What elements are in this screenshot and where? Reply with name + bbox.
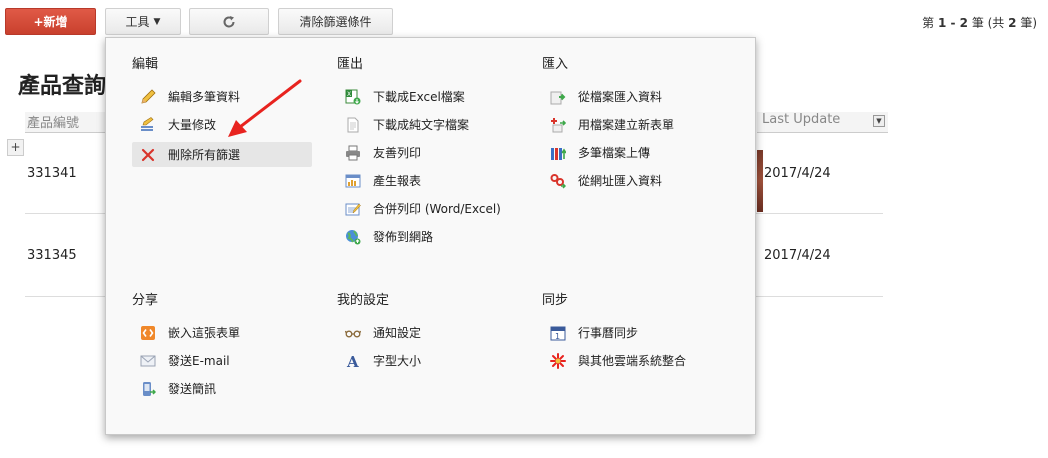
menu-item-label: 發佈到網路: [373, 230, 434, 244]
menu-item-cloud-integration[interactable]: 與其他雲端系統整合: [542, 348, 732, 373]
column-header-label: 產品編號: [27, 116, 80, 131]
cell-product-id: 331341: [27, 166, 77, 181]
column-header-last-update[interactable]: Last Update ▼: [757, 112, 888, 133]
menu-item-label: 大量修改: [168, 118, 217, 132]
clear-filter-button[interactable]: 清除篩選條件: [278, 8, 393, 35]
email-icon: [140, 353, 156, 369]
refresh-icon: [222, 15, 236, 29]
tools-label: 工具: [125, 15, 150, 29]
column-filter-icon[interactable]: ▼: [873, 115, 885, 127]
pencil-icon: [140, 88, 156, 105]
menu-item-bulk-edit[interactable]: 大量修改: [132, 112, 312, 137]
menu-item-publish-web[interactable]: 發佈到網路: [337, 224, 527, 249]
clear-filter-label: 清除篩選條件: [299, 15, 372, 29]
mail-merge-icon: [345, 201, 361, 217]
new-record-label: +新增: [33, 15, 68, 29]
svg-text:1: 1: [555, 332, 560, 341]
link-import-icon: [550, 173, 566, 189]
menu-item-import-from-url[interactable]: 從網址匯入資料: [542, 168, 732, 193]
page-title: 產品查詢: [18, 74, 107, 99]
menu-item-label: 編輯多筆資料: [168, 90, 241, 104]
calendar-icon: 1: [550, 325, 566, 341]
svg-text:A: A: [346, 353, 359, 369]
menu-item-label: 合併列印 (Word/Excel): [373, 202, 501, 216]
menu-item-label: 行事曆同步: [578, 326, 639, 340]
thumbnail-image: [757, 150, 763, 212]
menu-item-label: 字型大小: [373, 354, 422, 368]
menu-item-label: 用檔案建立新表單: [578, 118, 675, 132]
section-title-settings: 我的設定: [337, 293, 390, 308]
section-title-import: 匯入: [542, 57, 569, 72]
cell-last-update: 2017/4/24: [764, 166, 831, 181]
paging-range: 1 - 2: [937, 16, 968, 30]
menu-item-clear-all-filters[interactable]: 刪除所有篩選: [132, 142, 312, 167]
printer-icon: [345, 145, 361, 161]
menu-item-label: 嵌入這張表單: [168, 326, 241, 340]
cell-product-id: 331345: [27, 248, 77, 263]
embed-code-icon: [140, 325, 156, 341]
menu-item-download-text[interactable]: 下載成純文字檔案: [337, 112, 527, 137]
excel-download-icon: X: [345, 89, 361, 105]
menu-item-download-excel[interactable]: X 下載成Excel檔案: [337, 84, 527, 109]
menu-item-calendar-sync[interactable]: 1 行事曆同步: [542, 320, 732, 345]
refresh-button[interactable]: [189, 8, 269, 35]
menu-item-edit-multiple[interactable]: 編輯多筆資料: [132, 84, 312, 109]
tools-dropdown-menu: 編輯 編輯多筆資料 大量修改 刪除所有篩選 匯出 X 下載成Excel檔案 下載…: [105, 37, 756, 435]
menu-item-font-size[interactable]: A 字型大小: [337, 348, 527, 373]
menu-item-label: 下載成純文字檔案: [373, 118, 470, 132]
menu-item-new-form-from-file[interactable]: 用檔案建立新表單: [542, 112, 732, 137]
menu-item-label: 與其他雲端系統整合: [578, 354, 687, 368]
menu-item-notification-settings[interactable]: 通知設定: [337, 320, 527, 345]
svg-text:X: X: [347, 91, 351, 98]
menu-item-label: 刪除所有篩選: [168, 148, 241, 162]
menu-item-label: 發送簡訊: [168, 382, 217, 396]
menu-item-label: 友善列印: [373, 146, 422, 160]
menu-item-import-from-file[interactable]: 從檔案匯入資料: [542, 84, 732, 109]
section-title-edit: 編輯: [132, 57, 159, 72]
new-record-button[interactable]: +新增: [5, 8, 96, 35]
import-file-icon: [550, 89, 566, 105]
cell-last-update: 2017/4/24: [764, 248, 831, 263]
section-title-export: 匯出: [337, 57, 364, 72]
paging-suffix: 筆): [1016, 16, 1037, 30]
integration-icon: [550, 352, 566, 369]
menu-item-send-email[interactable]: 發送E-mail: [132, 348, 312, 373]
glasses-icon: [345, 325, 361, 341]
menu-item-embed-form[interactable]: 嵌入這張表單: [132, 320, 312, 345]
section-title-share: 分享: [132, 293, 159, 308]
menu-item-multi-file-upload[interactable]: 多筆檔案上傳: [542, 140, 732, 165]
tools-menu-button[interactable]: 工具 ▼: [105, 8, 181, 35]
globe-icon: [345, 229, 361, 245]
paging-mid: 筆 (共: [968, 16, 1009, 30]
menu-item-label: 多筆檔案上傳: [578, 146, 651, 160]
menu-item-label: 產生報表: [373, 174, 422, 188]
paging-prefix: 第: [922, 16, 938, 30]
report-icon: [345, 173, 361, 189]
text-file-icon: [345, 117, 361, 133]
caret-down-icon: ▼: [153, 16, 161, 27]
menu-item-label: 從網址匯入資料: [578, 174, 663, 188]
menu-item-mail-merge[interactable]: 合併列印 (Word/Excel): [337, 196, 527, 221]
menu-item-label: 發送E-mail: [168, 354, 230, 368]
pagination-info: 第 1 - 2 筆 (共 2 筆): [922, 14, 1037, 31]
menu-item-send-sms[interactable]: 發送簡訊: [132, 376, 312, 401]
menu-item-label: 下載成Excel檔案: [373, 90, 465, 104]
expand-button[interactable]: +: [7, 139, 24, 156]
menu-item-print-friendly[interactable]: 友善列印: [337, 140, 527, 165]
new-form-icon: [550, 117, 566, 133]
bulk-edit-icon: [140, 116, 156, 133]
menu-item-label: 從檔案匯入資料: [578, 90, 663, 104]
column-header-label: Last Update: [762, 112, 841, 127]
multi-upload-icon: [550, 145, 566, 161]
column-header-product-id[interactable]: 產品編號: [25, 112, 110, 133]
font-size-icon: A: [345, 353, 361, 369]
paging-total: 2: [1008, 16, 1017, 30]
sms-icon: [140, 381, 156, 397]
menu-item-generate-report[interactable]: 產生報表: [337, 168, 527, 193]
delete-x-icon: [140, 147, 156, 163]
menu-item-label: 通知設定: [373, 326, 422, 340]
section-title-sync: 同步: [542, 293, 569, 308]
